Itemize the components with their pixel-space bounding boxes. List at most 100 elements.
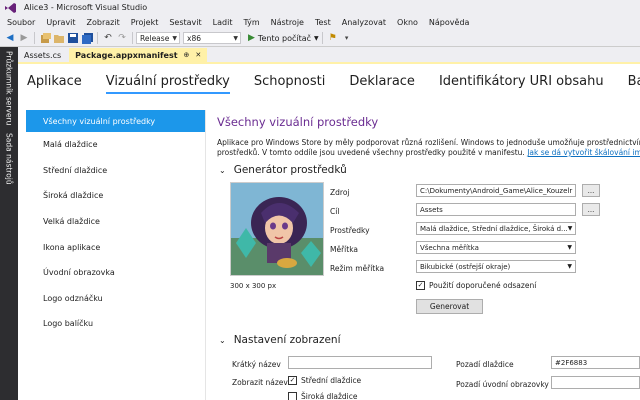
show-name-label: Zobrazit název: [232, 378, 288, 387]
menu-soubor[interactable]: Soubor: [2, 18, 41, 27]
visual-studio-icon: [4, 2, 16, 13]
tile-bg-input[interactable]: #2F6883: [551, 356, 640, 369]
nav-all-assets[interactable]: Všechny vizuální prostředky: [26, 110, 205, 132]
chevron-down-icon[interactable]: ▼: [314, 35, 319, 42]
menu-projekt[interactable]: Projekt: [126, 18, 165, 27]
platform-value: x86: [187, 33, 201, 43]
tab-identifikatory-uri[interactable]: Identifikátory URI obsahu: [439, 74, 604, 92]
target-path-input[interactable]: Assets: [416, 203, 576, 216]
tab-label: Package.appxmanifest: [75, 50, 178, 60]
short-name-input[interactable]: [288, 356, 432, 369]
menu-analyzovat[interactable]: Analyzovat: [337, 18, 392, 27]
assets-select[interactable]: Malá dlaždice, Střední dlaždice, Široká …: [416, 222, 576, 235]
unchecked-box: [288, 392, 297, 400]
scales-select[interactable]: Všechna měřítka ▼: [416, 241, 576, 254]
menu-ladit[interactable]: Ladit: [208, 18, 239, 27]
alice-character-image: [231, 183, 323, 275]
tile-bg-label: Pozadí dlaždice: [456, 360, 514, 369]
splash-bg-input[interactable]: [551, 376, 640, 389]
forward-icon[interactable]: ▶: [17, 31, 31, 45]
save-icon[interactable]: [66, 31, 80, 45]
toolbar-overflow-icon[interactable]: ▾: [340, 31, 354, 45]
nav-small-tile[interactable]: Malá dlaždice: [26, 132, 205, 158]
chevron-down-icon: ▼: [567, 225, 573, 232]
tab-aplikace[interactable]: Aplikace: [27, 74, 82, 92]
wide-tile-checkbox[interactable]: Široká dlaždice: [288, 392, 358, 400]
toolbar-separator: [132, 32, 133, 44]
source-label: Zdroj: [330, 188, 350, 197]
tab-assets-cs[interactable]: Assets.cs: [18, 48, 67, 62]
save-all-icon[interactable]: [80, 31, 94, 45]
find-icon[interactable]: ⚑: [326, 31, 340, 45]
nav-medium-tile[interactable]: Střední dlaždice: [26, 158, 205, 184]
open-file-icon[interactable]: [52, 31, 66, 45]
scale-mode-select[interactable]: Bikubické (ostřejší okraje) ▼: [416, 260, 576, 273]
scales-label: Měřítka: [330, 245, 359, 254]
server-explorer-tab[interactable]: Průzkumník serveru: [5, 51, 14, 125]
run-button[interactable]: ▶ Tento počítač ▼: [248, 33, 319, 43]
nav-splash-screen[interactable]: Úvodní obrazovka: [26, 260, 205, 286]
display-section-header[interactable]: ⌄ Nastavení zobrazení: [217, 334, 341, 346]
menu-upravit[interactable]: Upravit: [41, 18, 81, 27]
description: Aplikace pro Windows Store by měly podpo…: [217, 138, 640, 158]
left-tool-tabs: Průzkumník serveru Sada nástrojů: [0, 47, 18, 400]
play-icon: ▶: [248, 33, 255, 43]
padding-checkbox[interactable]: ✓ Použití doporučené odsazení: [416, 281, 536, 290]
toolbar-separator: [34, 32, 35, 44]
close-icon[interactable]: ✕: [195, 51, 201, 59]
source-path-value: C:\Dokumenty\Android_Game\Alice_Kouzelr: [420, 186, 573, 195]
section-title: Nastavení zobrazení: [233, 334, 341, 346]
scaling-help-link[interactable]: Jak se dá vytvořit škálování image?: [527, 148, 640, 157]
tab-package-appxmanifest[interactable]: Package.appxmanifest ⊕ ✕: [69, 48, 208, 62]
nav-wide-tile[interactable]: Široká dlaždice: [26, 183, 205, 209]
chevron-down-icon: ⌄: [219, 165, 226, 175]
short-name-label: Krátký název: [232, 360, 281, 369]
tab-baleni[interactable]: Balení: [628, 74, 640, 92]
toolbar: ◀ ▶ ↶ ↷ Release ▼ x86 ▼ ▶ Tento počítač …: [0, 30, 640, 47]
splash-bg-label: Pozadí úvodní obrazovky: [456, 380, 549, 389]
tab-deklarace[interactable]: Deklarace: [349, 74, 415, 92]
source-image-preview: [230, 182, 324, 276]
scales-value: Všechna měřítka: [420, 243, 479, 252]
source-path-input[interactable]: C:\Dokumenty\Android_Game\Alice_Kouzelr: [416, 184, 576, 197]
platform-select[interactable]: x86 ▼: [183, 32, 241, 44]
scale-mode-label: Režim měřítka: [330, 264, 385, 273]
medium-tile-checkbox[interactable]: ✓ Střední dlaždice: [288, 376, 361, 385]
menu-tym[interactable]: Tým: [238, 18, 265, 27]
pin-icon[interactable]: ⊕: [184, 51, 190, 59]
menu-nastroje[interactable]: Nástroje: [266, 18, 310, 27]
configuration-select[interactable]: Release ▼: [136, 32, 180, 44]
menu-napoveda[interactable]: Nápověda: [424, 18, 476, 27]
nav-app-icon[interactable]: Ikona aplikace: [26, 234, 205, 260]
menu-test[interactable]: Test: [310, 18, 337, 27]
title-bar: Alice3 - Microsoft Visual Studio: [0, 0, 640, 15]
medium-tile-checkbox-label: Střední dlaždice: [301, 376, 362, 385]
target-label: Cíl: [330, 207, 340, 216]
nav-badge-logo[interactable]: Logo odznáčku: [26, 286, 205, 312]
assets-content: Všechny vizuální prostředky Aplikace pro…: [217, 110, 640, 400]
generate-button[interactable]: Generovat: [416, 299, 483, 314]
menu-zobrazit[interactable]: Zobrazit: [82, 18, 126, 27]
image-size-caption: 300 x 300 px: [230, 282, 277, 290]
menu-okno[interactable]: Okno: [392, 18, 424, 27]
tab-schopnosti[interactable]: Schopnosti: [254, 74, 326, 92]
back-icon[interactable]: ◀: [3, 31, 17, 45]
section-title: Generátor prostředků: [233, 164, 347, 176]
target-path-value: Assets: [420, 205, 443, 214]
browse-source-button[interactable]: ...: [582, 184, 600, 197]
document-tabs: Assets.cs Package.appxmanifest ⊕ ✕: [18, 47, 640, 64]
toolbox-tab[interactable]: Sada nástrojů: [5, 133, 14, 185]
chevron-down-icon: ▼: [172, 34, 177, 42]
browse-target-button[interactable]: ...: [582, 203, 600, 216]
new-project-icon[interactable]: [38, 31, 52, 45]
nav-large-tile[interactable]: Velká dlaždice: [26, 209, 205, 235]
menu-sestavit[interactable]: Sestavit: [164, 18, 207, 27]
toolbar-separator: [321, 32, 323, 44]
checkmark-icon: ✓: [288, 376, 297, 385]
tab-vizualni-prostredky[interactable]: Vizuální prostředky: [105, 74, 230, 94]
nav-package-logo[interactable]: Logo balíčku: [26, 311, 205, 337]
generator-section-header[interactable]: ⌄ Generátor prostředků: [217, 164, 347, 176]
redo-icon[interactable]: ↷: [115, 31, 129, 45]
chevron-down-icon: ▼: [567, 263, 572, 270]
undo-icon[interactable]: ↶: [101, 31, 115, 45]
